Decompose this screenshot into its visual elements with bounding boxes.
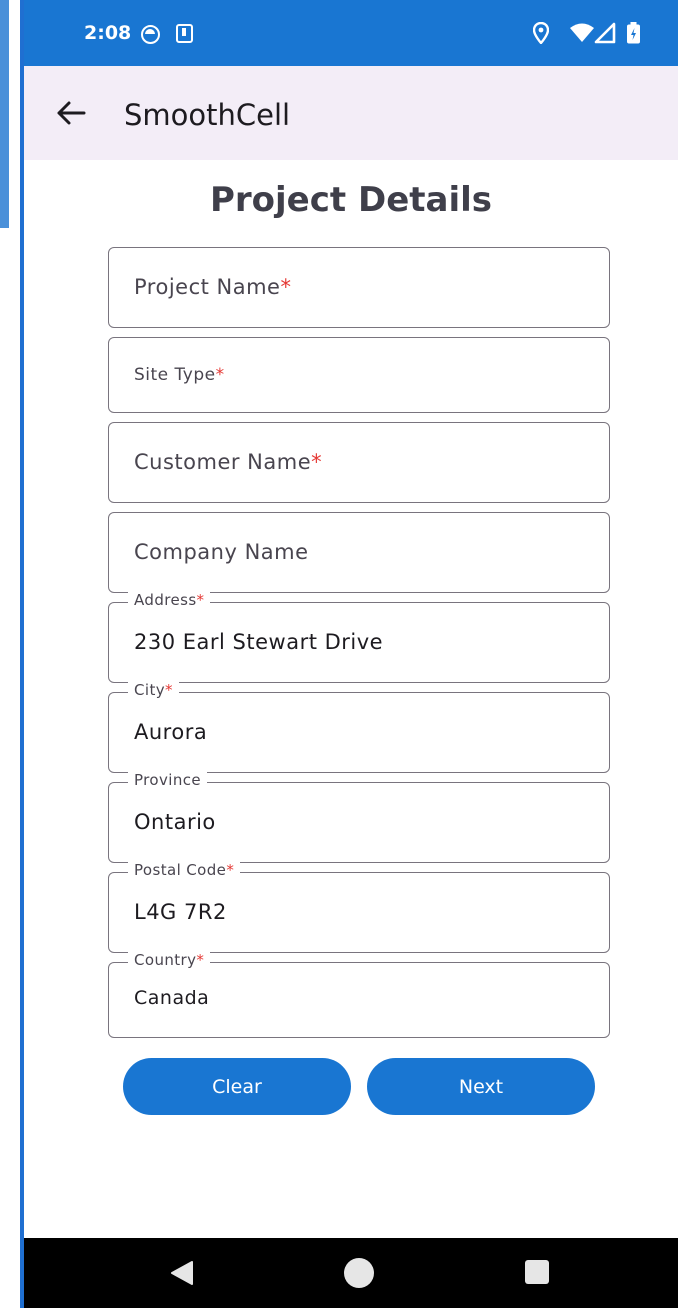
required-marker: * [311,450,323,474]
wifi-icon [570,23,594,42]
customer-name-field[interactable]: Customer Name* [108,422,610,503]
app-title: SmoothCell [124,98,291,132]
country-label-text: Country [134,951,197,969]
customer-name-label: Customer Name [134,450,312,474]
country-field[interactable]: Country* Canada [108,951,610,1038]
address-label-text: Address [134,591,197,609]
nav-home-icon[interactable] [344,1258,374,1288]
province-label: Province [128,771,208,789]
postal-code-field[interactable]: Postal Code* L4G 7R2 [108,861,610,953]
project-name-label: Project Name [134,275,281,299]
app-bar: SmoothCell [24,66,678,160]
left-edge [0,0,24,1308]
address-label: Address* [128,591,211,609]
left-blue-strip [0,0,9,228]
postal-code-label-text: Postal Code [134,861,227,879]
city-field[interactable]: City* Aurora [108,681,610,773]
status-time: 2:08 [84,22,132,44]
signal-icon [594,22,616,44]
company-name-placeholder: Company Name [134,540,309,564]
required-marker: * [280,275,292,299]
customer-name-placeholder: Customer Name* [134,450,322,474]
clear-button[interactable]: Clear [123,1058,351,1115]
required-marker: * [215,365,225,385]
province-value: Ontario [134,810,216,834]
site-type-label: Site Type [134,365,216,385]
next-button[interactable]: Next [367,1058,595,1115]
status-bar: 2:08 [24,0,678,66]
required-marker: * [165,681,173,699]
navigation-bar [24,1238,678,1308]
required-marker: * [196,591,205,609]
city-label: City* [128,681,179,699]
country-label: Country* [128,951,211,969]
country-value: Canada [134,987,210,1009]
nav-recents-icon[interactable] [525,1260,549,1284]
address-value: 230 Earl Stewart Drive [134,630,384,654]
arrow-left-icon[interactable] [54,96,88,130]
postal-code-label: Postal Code* [128,861,241,879]
face-icon [141,25,160,44]
address-field[interactable]: Address* 230 Earl Stewart Drive [108,591,610,683]
nav-back-icon[interactable] [170,1260,194,1286]
project-name-placeholder: Project Name* [134,275,291,299]
page-title: Project Details [209,180,493,220]
battery-icon [627,22,640,44]
city-label-text: City [134,681,165,699]
site-type-placeholder: Site Type* [134,365,225,385]
project-name-field[interactable]: Project Name* [108,247,610,328]
location-icon [533,22,549,44]
postal-code-value: L4G 7R2 [134,900,227,924]
download-icon [176,24,193,43]
site-type-field[interactable]: Site Type* [108,337,610,413]
phone-screen: 2:08 SmoothCell Project Details Project … [24,0,678,1308]
required-marker: * [196,951,205,969]
province-field[interactable]: Province Ontario [108,771,610,863]
required-marker: * [226,861,235,879]
company-name-field[interactable]: Company Name [108,512,610,593]
city-value: Aurora [134,720,208,744]
